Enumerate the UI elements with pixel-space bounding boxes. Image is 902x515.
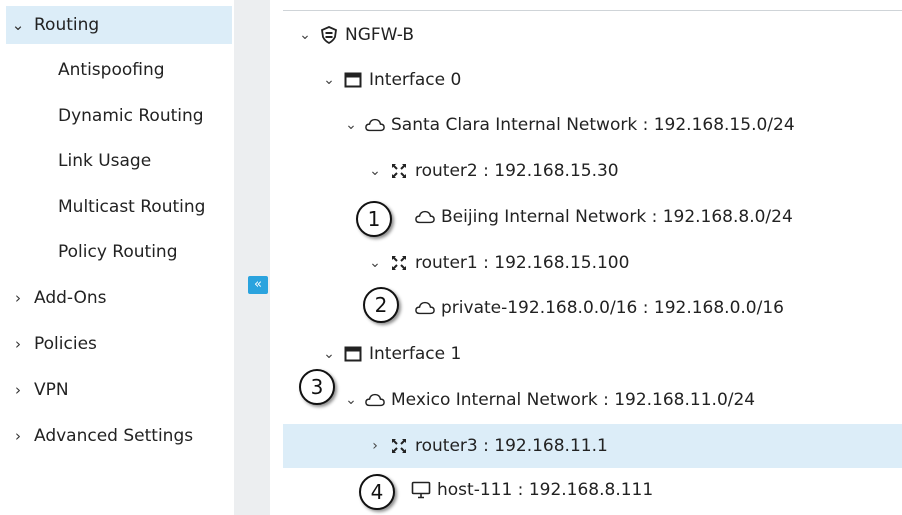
chevron-down-icon[interactable]: ⌄ xyxy=(367,255,383,271)
chevron-down-icon: ⌄ xyxy=(11,16,25,34)
cloud-icon xyxy=(415,298,435,318)
collapse-sidebar-button[interactable]: « xyxy=(248,276,268,294)
node-label: router2 : 192.168.15.30 xyxy=(415,161,619,181)
nav-label: Routing xyxy=(34,15,100,35)
tree-node-router1[interactable]: ⌄ router1 : 192.168.15.100 xyxy=(283,241,902,285)
node-label: NGFW-B xyxy=(345,25,414,45)
nav-label: Add-Ons xyxy=(34,288,107,308)
chevron-right-icon: › xyxy=(15,335,21,353)
nav-item-vpn[interactable]: › VPN xyxy=(6,371,232,409)
callout-4: 4 xyxy=(359,474,395,510)
chevron-down-icon[interactable]: ⌄ xyxy=(321,346,337,362)
chevron-right-icon: › xyxy=(15,427,21,445)
chevron-right-icon[interactable]: › xyxy=(367,438,383,454)
node-label: host-111 : 192.168.8.111 xyxy=(437,480,654,500)
monitor-icon xyxy=(411,480,431,500)
tree-node-interface-0[interactable]: ⌄ Interface 0 xyxy=(283,58,902,102)
nav-item-link-usage[interactable]: Link Usage xyxy=(6,142,232,180)
nav-item-add-ons[interactable]: › Add-Ons xyxy=(6,279,232,317)
chevron-down-icon[interactable]: ⌄ xyxy=(343,117,359,133)
node-label: Interface 0 xyxy=(369,70,462,90)
callout-3: 3 xyxy=(299,369,335,405)
nav-item-policy-routing[interactable]: Policy Routing xyxy=(6,233,232,271)
interface-icon xyxy=(343,344,363,364)
router-icon xyxy=(389,161,409,181)
nav-item-routing[interactable]: ⌄ Routing xyxy=(6,6,232,44)
chevron-down-icon[interactable]: ⌄ xyxy=(297,27,313,43)
callout-2: 2 xyxy=(363,287,399,323)
chevron-down-icon[interactable]: ⌄ xyxy=(343,392,359,408)
nav-label: Antispoofing xyxy=(58,60,165,80)
nav-label: VPN xyxy=(34,380,69,400)
node-label: private-192.168.0.0/16 : 192.168.0.0/16 xyxy=(441,298,784,318)
node-label: Santa Clara Internal Network : 192.168.1… xyxy=(391,115,795,135)
router-icon xyxy=(389,436,409,456)
node-label: Interface 1 xyxy=(369,344,462,364)
app-window: ⌄ Routing Antispoofing Dynamic Routing L… xyxy=(0,0,902,515)
tree-node-santa-clara-network[interactable]: ⌄ Santa Clara Internal Network : 192.168… xyxy=(283,103,902,147)
nav-label: Dynamic Routing xyxy=(58,106,204,126)
nav-item-advanced-settings[interactable]: › Advanced Settings xyxy=(6,417,232,455)
node-label: router3 : 192.168.11.1 xyxy=(415,436,608,456)
node-label: Mexico Internal Network : 192.168.11.0/2… xyxy=(391,390,756,410)
router-icon xyxy=(389,253,409,273)
cloud-icon xyxy=(415,207,435,227)
nav-label: Policy Routing xyxy=(58,242,178,262)
tree-node-router2[interactable]: ⌄ router2 : 192.168.15.30 xyxy=(283,149,902,193)
nav-item-multicast-routing[interactable]: Multicast Routing xyxy=(6,188,232,226)
left-navigation: ⌄ Routing Antispoofing Dynamic Routing L… xyxy=(0,0,234,515)
chevron-down-icon[interactable]: ⌄ xyxy=(367,163,383,179)
node-label: router1 : 192.168.15.100 xyxy=(415,253,630,273)
chevron-down-icon[interactable]: ⌄ xyxy=(321,72,337,88)
node-label: Beijing Internal Network : 192.168.8.0/2… xyxy=(441,207,793,227)
cloud-icon xyxy=(365,390,385,410)
callout-1: 1 xyxy=(356,201,392,237)
tree-node-interface-1[interactable]: ⌄ Interface 1 xyxy=(283,332,902,376)
nav-label: Advanced Settings xyxy=(34,426,194,446)
tree-node-ngfw[interactable]: ⌄ NGFW-B xyxy=(283,13,902,57)
shield-icon xyxy=(319,25,339,45)
nav-item-antispoofing[interactable]: Antispoofing xyxy=(6,51,232,89)
tree-node-mexico-network[interactable]: ⌄ Mexico Internal Network : 192.168.11.0… xyxy=(283,378,902,422)
nav-item-policies[interactable]: › Policies xyxy=(6,325,232,363)
nav-label: Link Usage xyxy=(58,151,152,171)
nav-label: Multicast Routing xyxy=(58,197,206,217)
panel-divider xyxy=(234,0,270,515)
nav-label: Policies xyxy=(34,334,97,354)
interface-icon xyxy=(343,70,363,90)
nav-item-dynamic-routing[interactable]: Dynamic Routing xyxy=(6,97,232,135)
chevron-right-icon: › xyxy=(15,289,21,307)
chevron-right-icon: › xyxy=(15,381,21,399)
tree-node-router3[interactable]: › router3 : 192.168.11.1 xyxy=(283,424,902,468)
cloud-icon xyxy=(365,115,385,135)
tree-top-border xyxy=(283,10,902,11)
